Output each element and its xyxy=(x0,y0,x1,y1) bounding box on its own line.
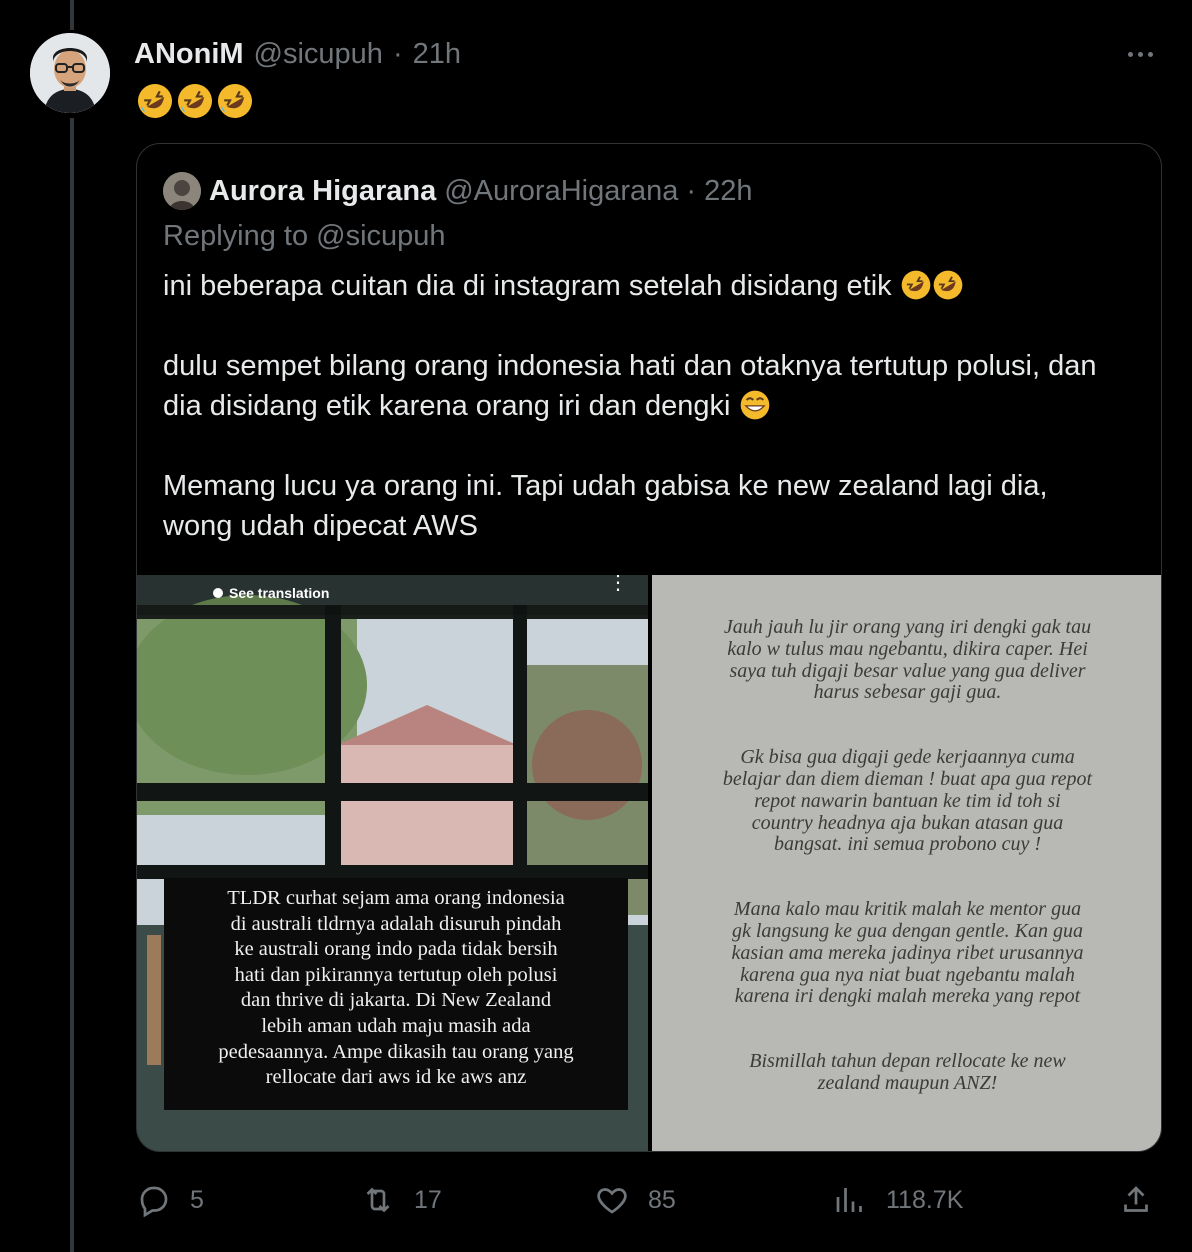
rofl-emoji-icon xyxy=(933,270,963,300)
quoted-avatar[interactable] xyxy=(163,172,201,210)
rofl-emoji-icon xyxy=(178,84,212,118)
rofl-emoji-icon xyxy=(901,270,931,300)
story-text: Jauh jauh lu jir orang yang iri dengki g… xyxy=(678,596,1138,1117)
media-image-right[interactable]: Jauh jauh lu jir orang yang iri dengki g… xyxy=(652,575,1161,1151)
grin-emoji-icon xyxy=(740,390,769,420)
tweet-header: ANoniM @sicupuh · 21h xyxy=(134,36,461,72)
action-bar: 5 17 85 118.7K xyxy=(136,1180,1162,1220)
share-button[interactable] xyxy=(1118,1180,1154,1220)
repost-button[interactable]: 17 xyxy=(360,1180,442,1220)
quoted-paragraph: dulu sempet bilang orang indonesia hati … xyxy=(163,350,1097,422)
rofl-emoji-icon xyxy=(138,84,172,118)
reply-button[interactable]: 5 xyxy=(136,1180,204,1220)
reply-icon xyxy=(140,1186,168,1218)
quoted-tweet-text: ini beberapa cuitan dia di instagram set… xyxy=(163,266,1123,586)
replying-to[interactable]: Replying to @sicupuh xyxy=(163,220,446,253)
timestamp[interactable]: 21h xyxy=(413,38,461,71)
avatar[interactable] xyxy=(30,33,110,113)
story-overlay-text: TLDR curhat sejam ama orang indonesia di… xyxy=(164,878,628,1110)
thread-line-top xyxy=(70,0,74,30)
quoted-paragraph: Memang lucu ya orang ini. Tapi udah gabi… xyxy=(163,470,1048,542)
story-paragraph: Bismillah tahun depan rellocate ke new z… xyxy=(749,1050,1066,1094)
media-grid: See translation ⋮ TLDR curhat sejam ama … xyxy=(137,575,1161,1151)
repost-icon xyxy=(366,1187,390,1213)
views-icon xyxy=(836,1188,862,1212)
separator: · xyxy=(392,37,403,70)
like-count: 85 xyxy=(648,1185,676,1214)
like-icon xyxy=(597,1188,627,1214)
quoted-tweet[interactable]: Aurora Higarana @AuroraHigarana · 22h Re… xyxy=(136,143,1162,1152)
quoted-timestamp[interactable]: 22h xyxy=(704,175,752,208)
thread-line xyxy=(70,118,74,1252)
views-button[interactable]: 118.7K xyxy=(832,1180,963,1220)
translate-icon xyxy=(213,588,223,598)
story-paragraph: Gk bisa gua digaji gede kerjaannya cuma … xyxy=(722,746,1093,856)
see-translation[interactable]: See translation xyxy=(213,585,329,601)
quoted-handle[interactable]: @AuroraHigarana xyxy=(444,175,678,208)
story-paragraph: Jauh jauh lu jir orang yang iri dengki g… xyxy=(723,616,1092,704)
share-icon xyxy=(1124,1186,1148,1212)
quoted-paragraph: ini beberapa cuitan dia di instagram set… xyxy=(163,270,892,302)
like-button[interactable]: 85 xyxy=(594,1180,676,1220)
rofl-emoji-icon xyxy=(218,84,252,118)
tweet-text: 🤣🤣🤣 xyxy=(136,82,254,120)
separator: · xyxy=(686,174,697,207)
handle[interactable]: @sicupuh xyxy=(254,38,383,71)
quoted-tweet-header: Aurora Higarana @AuroraHigarana · 22h xyxy=(163,172,752,210)
repost-count: 17 xyxy=(414,1185,442,1214)
quoted-display-name[interactable]: Aurora Higarana xyxy=(209,175,436,208)
story-paragraph: Mana kalo mau kritik malah ke mentor gua… xyxy=(731,898,1084,1008)
more-icon[interactable] xyxy=(1120,36,1160,72)
ig-more-icon: ⋮ xyxy=(608,575,628,594)
views-count: 118.7K xyxy=(886,1185,964,1214)
media-image-left[interactable]: See translation ⋮ TLDR curhat sejam ama … xyxy=(137,575,648,1151)
reply-count: 5 xyxy=(190,1185,204,1214)
see-translation-label: See translation xyxy=(229,585,330,601)
display-name[interactable]: ANoniM xyxy=(134,38,244,71)
